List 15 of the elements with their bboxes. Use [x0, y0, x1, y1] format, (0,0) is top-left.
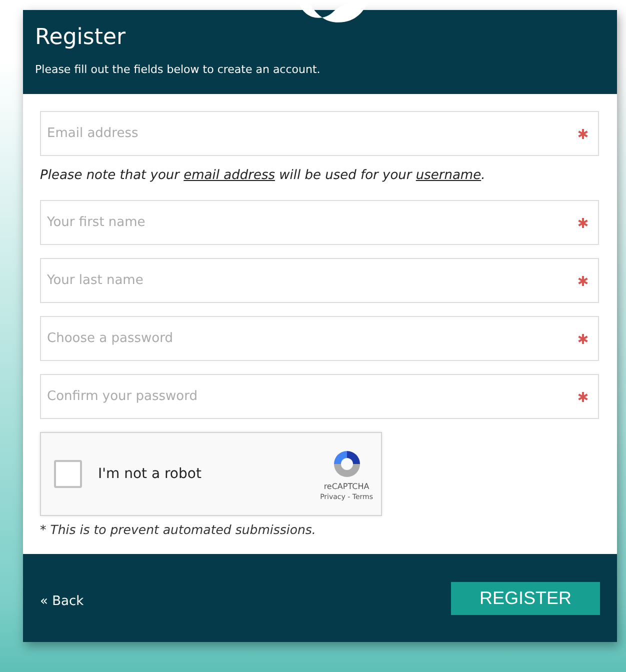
captcha-label: I'm not a robot	[98, 466, 202, 482]
input-field[interactable]: Choose a password	[40, 316, 599, 361]
input-field[interactable]: Your first name	[40, 200, 599, 245]
captcha-note: * This is to prevent automated submissions.	[40, 522, 317, 537]
email-note: Please note that your email address will be used for your username.	[40, 168, 486, 183]
page-title: Register	[35, 24, 127, 52]
back-link[interactable]: « Back	[40, 594, 84, 608]
captcha-checkbox[interactable]	[54, 460, 82, 488]
input-field[interactable]: Email address	[40, 111, 599, 156]
input-field[interactable]: Your last name	[40, 258, 599, 303]
recaptcha-brand: reCAPTCHA	[324, 482, 370, 490]
note-link[interactable]: email address	[184, 168, 275, 183]
input-field[interactable]: Confirm your password	[40, 374, 599, 419]
note-link[interactable]: username	[416, 168, 482, 183]
page-subtitle: Please fill out the fields below to create an account.	[35, 63, 322, 76]
